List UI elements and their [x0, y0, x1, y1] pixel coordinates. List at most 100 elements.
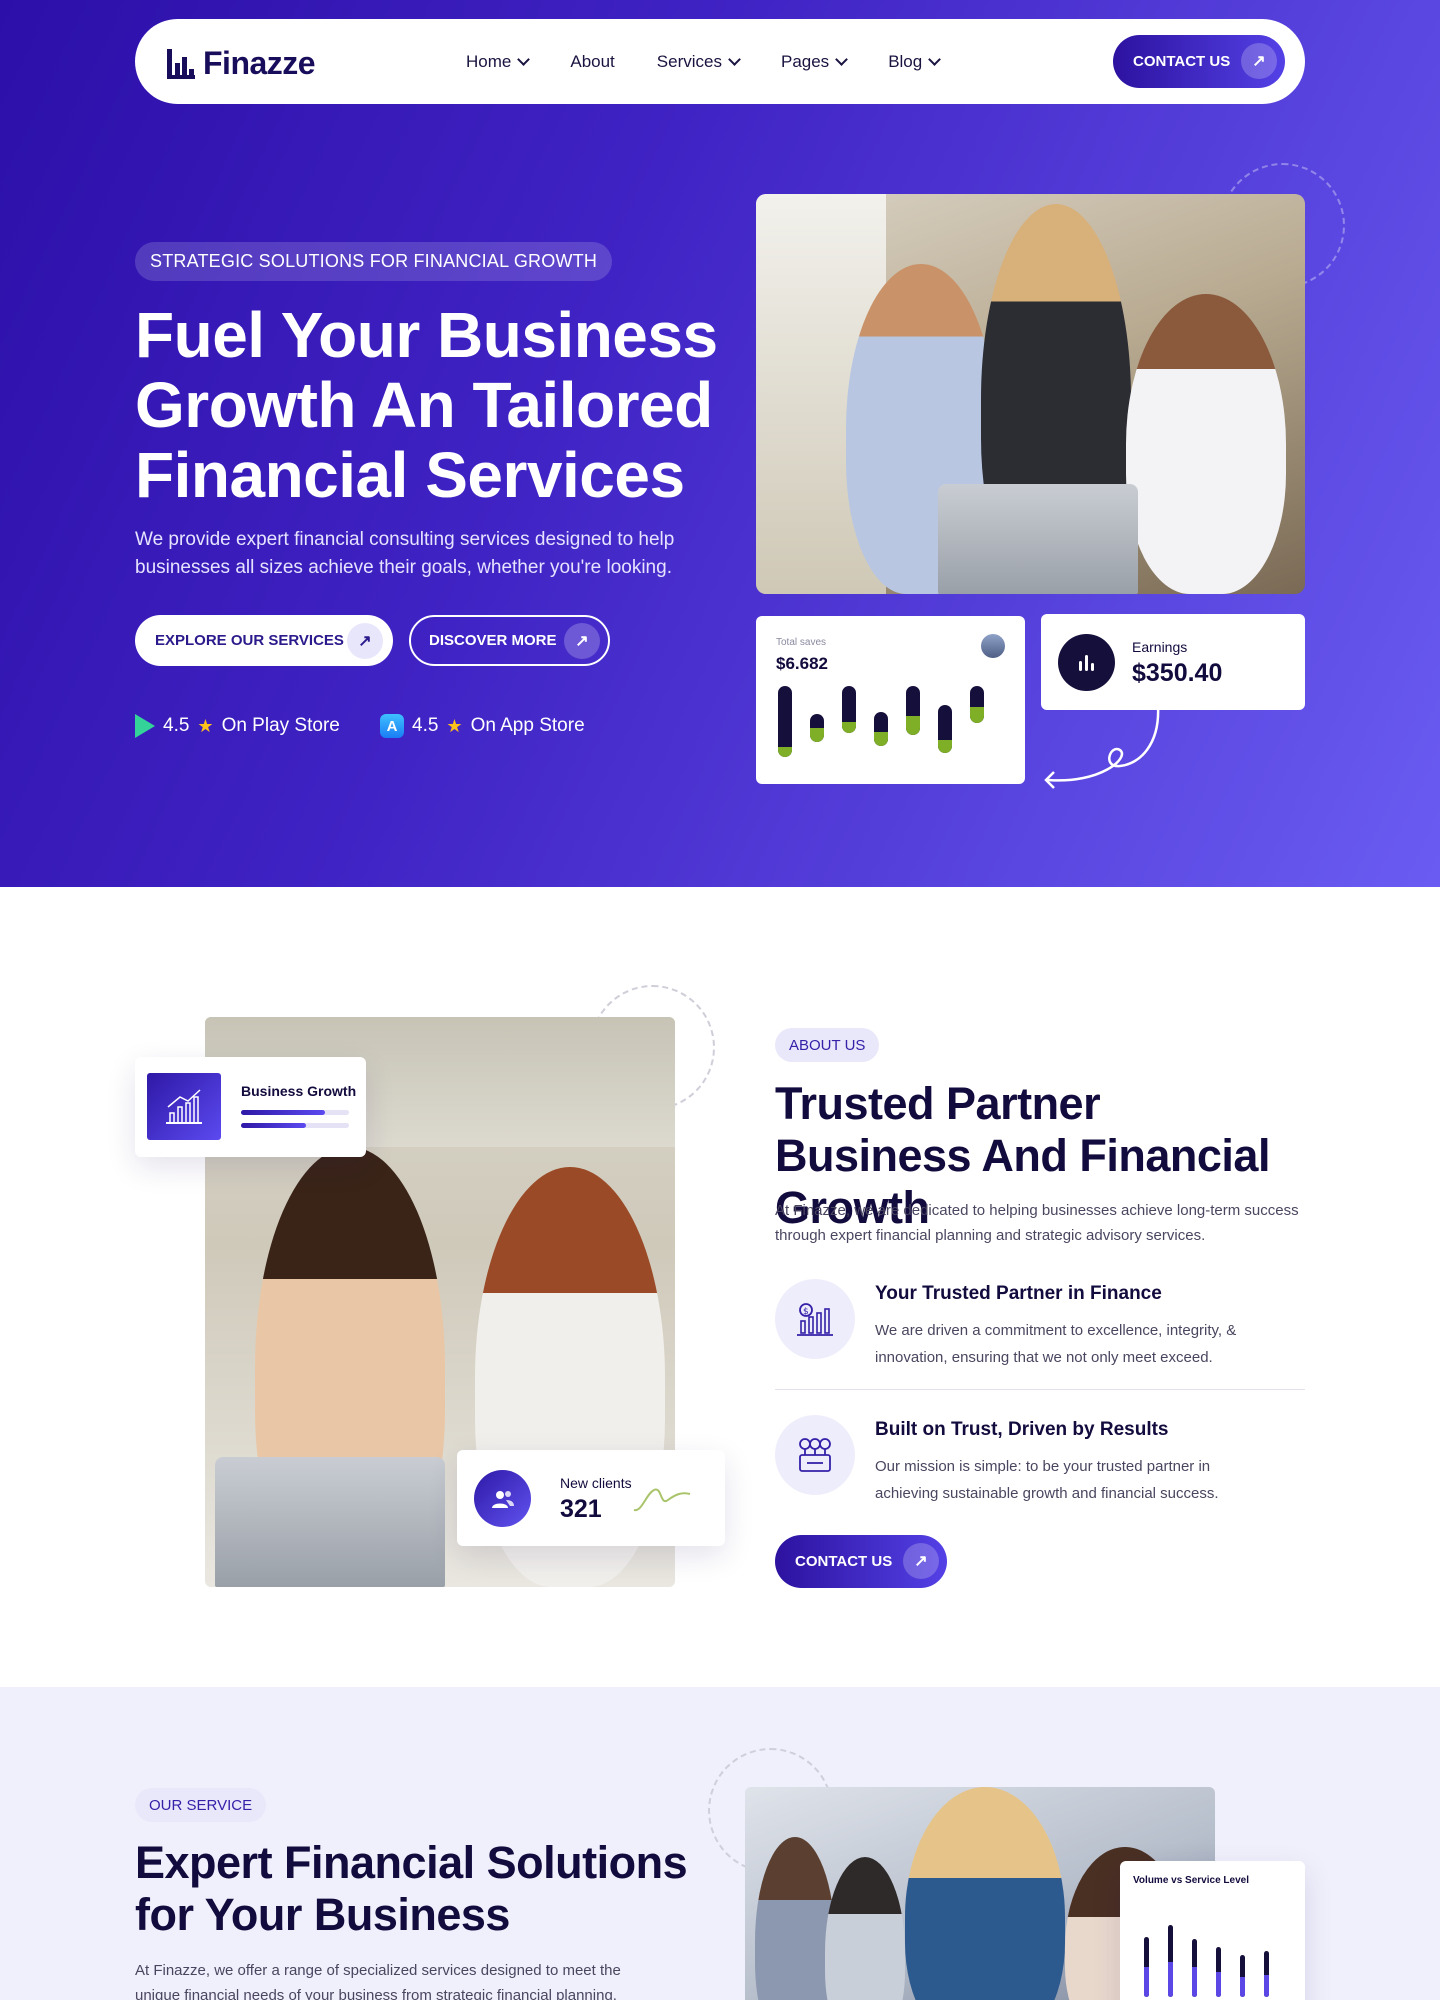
saves-bar	[906, 686, 920, 735]
volume-title: Volume vs Service Level	[1133, 1875, 1249, 1886]
users-icon	[474, 1470, 531, 1527]
button-label: CONTACT US	[795, 1553, 893, 1570]
chevron-down-icon	[517, 52, 531, 66]
play-store-icon	[135, 714, 155, 738]
finance-chart-icon: $	[775, 1279, 855, 1359]
saves-value: $6.682	[776, 654, 828, 673]
menu-item-services[interactable]: Services	[656, 51, 741, 72]
star-icon: ★	[197, 715, 214, 736]
volume-bar	[1216, 1947, 1221, 1997]
saves-bar	[778, 686, 792, 757]
growth-progress-bar	[241, 1110, 325, 1115]
earnings-value: $350.40	[1132, 659, 1223, 687]
feature-description: Our mission is simple: to be your truste…	[875, 1458, 1219, 1502]
person-main	[905, 1787, 1065, 2000]
hero-section: Finazze Home About Services Pages Blog C…	[0, 0, 1440, 887]
person-background-center	[825, 1857, 905, 2000]
logo-text: Finazze	[203, 45, 316, 81]
saves-bar	[874, 712, 888, 746]
volume-bar	[1144, 1937, 1149, 1997]
volume-bar	[1264, 1951, 1269, 1997]
arrow-up-right-icon: ↗	[903, 1543, 939, 1579]
menu-item-home[interactable]: Home	[466, 51, 531, 72]
menu-item-blog[interactable]: Blog	[888, 51, 942, 72]
clients-value: 321	[560, 1495, 602, 1523]
growth-title: Business Growth	[241, 1083, 357, 1099]
menu-item-label: About	[570, 51, 615, 71]
rating-score: 4.5	[163, 715, 190, 736]
volume-bar-chart	[1140, 1897, 1290, 1997]
earnings-card: Earnings $350.40	[1041, 614, 1305, 710]
chevron-down-icon	[835, 52, 849, 66]
bar-chart-icon	[1058, 634, 1115, 691]
earnings-label: Earnings	[1132, 639, 1188, 655]
explore-services-button[interactable]: EXPLORE OUR SERVICES ↗	[135, 615, 393, 666]
feature-built-on-trust: Built on Trust, Driven by Results Our mi…	[775, 1415, 1305, 1505]
avatar	[981, 634, 1005, 658]
chevron-down-icon	[928, 52, 942, 66]
arrow-up-right-icon: ↗	[347, 623, 383, 659]
discover-more-button[interactable]: DISCOVER MORE ↗	[409, 615, 610, 666]
star-icon: ★	[446, 715, 463, 736]
feature-title: Built on Trust, Driven by Results	[875, 1419, 1169, 1440]
menu-item-about[interactable]: About	[570, 52, 614, 72]
chevron-down-icon	[728, 52, 741, 66]
saves-bar-chart	[776, 686, 1006, 771]
button-label: DISCOVER MORE	[429, 632, 557, 649]
divider	[775, 1389, 1305, 1390]
volume-bar	[1192, 1939, 1197, 1997]
new-clients-card: New clients 321	[457, 1450, 725, 1546]
saves-label: Total saves	[776, 637, 827, 648]
saves-bar	[938, 705, 952, 753]
arrow-up-right-icon: ↗	[1241, 43, 1277, 79]
rating-store: On App Store	[470, 715, 585, 736]
feature-description: We are driven a commitment to excellence…	[875, 1322, 1237, 1366]
trend-line-icon	[633, 1488, 691, 1512]
menu-item-pages[interactable]: Pages	[780, 51, 849, 72]
volume-bar	[1168, 1925, 1173, 1997]
about-us-pill: ABOUT US	[775, 1028, 880, 1062]
arrow-up-right-icon: ↗	[564, 623, 600, 659]
laptop	[938, 484, 1138, 594]
button-label: EXPLORE OUR SERVICES	[155, 632, 344, 649]
business-growth-card: Business Growth	[135, 1057, 366, 1157]
logo[interactable]: Finazze	[167, 45, 316, 82]
hero-team-photo	[756, 194, 1305, 594]
play-store-rating[interactable]: 4.5 ★ On Play Store	[135, 714, 340, 738]
menu-item-label: Home	[466, 51, 512, 71]
feature-trusted-partner: $ Your Trusted Partner in Finance We are…	[775, 1279, 1305, 1369]
saves-bar	[810, 714, 824, 742]
growth-chart-icon	[147, 1073, 221, 1140]
volume-vs-service-card: Volume vs Service Level	[1120, 1861, 1305, 2000]
contact-us-button[interactable]: CONTACT US ↗	[1113, 35, 1285, 88]
saves-bar	[842, 686, 856, 733]
logo-bars-icon	[167, 48, 195, 79]
feature-title: Your Trusted Partner in Finance	[875, 1283, 1162, 1304]
rating-score: 4.5	[412, 715, 439, 736]
hero-tagline: STRATEGIC SOLUTIONS FOR FINANCIAL GROWTH	[135, 242, 613, 281]
about-description: At Finazze, we are dedicated to helping …	[775, 1202, 1299, 1244]
curly-arrow-icon	[1044, 705, 1160, 789]
button-label: CONTACT US	[1133, 53, 1231, 70]
our-service-pill: OUR SERVICE	[135, 1788, 267, 1822]
svg-text:$: $	[803, 1307, 809, 1317]
menu-item-label: Services	[656, 51, 722, 71]
hero-description: We provide expert financial consulting s…	[135, 529, 675, 578]
contact-us-button[interactable]: CONTACT US ↗	[775, 1535, 947, 1588]
menu-item-label: Pages	[780, 51, 830, 71]
saves-bar	[970, 686, 984, 723]
menu-item-label: Blog	[888, 51, 923, 71]
person-right	[1126, 294, 1286, 594]
hero-title: Fuel Your Business Growth An Tailored Fi…	[135, 299, 718, 511]
growth-progress-bar	[241, 1123, 306, 1128]
service-title: Expert Financial Solutions for Your Busi…	[135, 1837, 688, 1940]
person-background-left	[755, 1837, 835, 2000]
volume-bar	[1240, 1955, 1245, 1997]
main-menu: Home About Services Pages Blog	[466, 19, 981, 104]
app-store-icon: A	[380, 714, 404, 738]
app-store-rating[interactable]: A 4.5 ★ On App Store	[380, 714, 585, 738]
total-saves-card: Total saves $6.682	[756, 616, 1025, 784]
clients-label: New clients	[560, 1475, 632, 1491]
money-growth-icon	[775, 1415, 855, 1495]
rating-store: On Play Store	[221, 715, 340, 736]
